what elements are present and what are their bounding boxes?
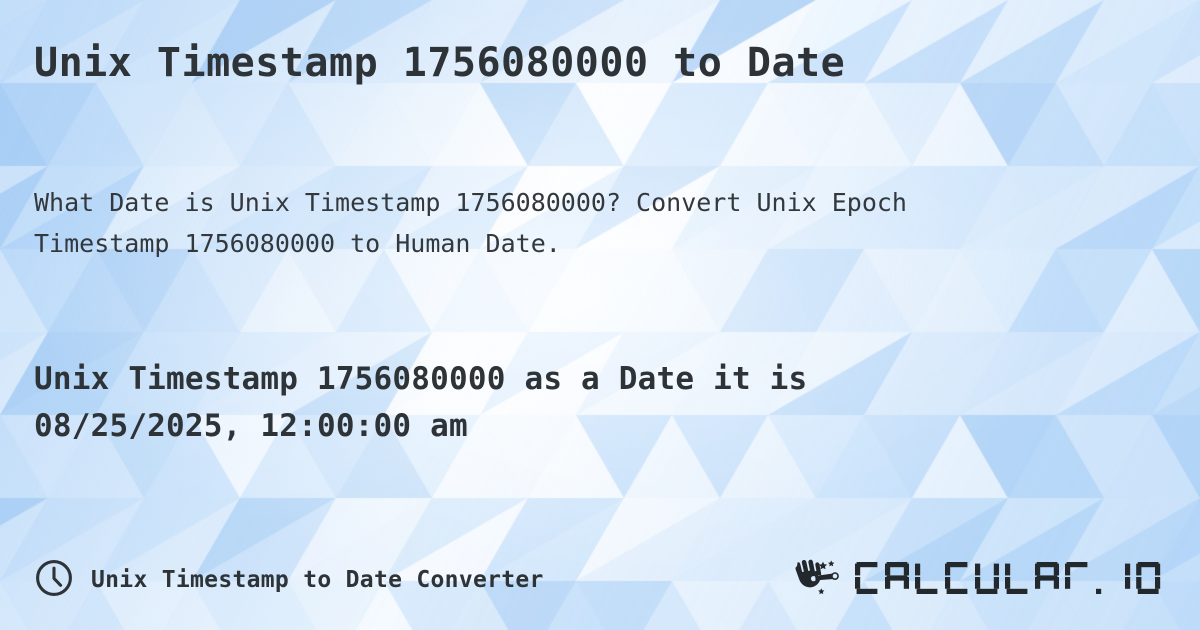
result-heading: Unix Timestamp 1756080000 as a Date it i…	[34, 356, 1164, 450]
result-line-1: Unix Timestamp 1756080000 as a Date it i…	[34, 361, 808, 397]
page-container: Unix Timestamp 1756080000 to Date What D…	[0, 0, 1200, 630]
footer: Unix Timestamp to Date Converter	[34, 552, 1166, 608]
clock-icon	[34, 558, 74, 602]
result-line-2: 08/25/2025, 12:00:00 am	[34, 408, 468, 445]
footer-label: Unix Timestamp to Date Converter	[91, 567, 544, 593]
footer-left-group: Unix Timestamp to Date Converter	[34, 558, 544, 602]
brand-wordmark	[854, 557, 1166, 603]
description-line-2: Timestamp 1756080000 to Human Date.	[34, 228, 561, 258]
page-title: Unix Timestamp 1756080000 to Date	[34, 40, 846, 86]
brand-logo[interactable]	[790, 555, 1166, 605]
description-line-1: What Date is Unix Timestamp 1756080000? …	[34, 188, 907, 217]
description-block: What Date is Unix Timestamp 1756080000? …	[34, 183, 1164, 264]
magic-wand-hand-icon	[790, 555, 844, 605]
